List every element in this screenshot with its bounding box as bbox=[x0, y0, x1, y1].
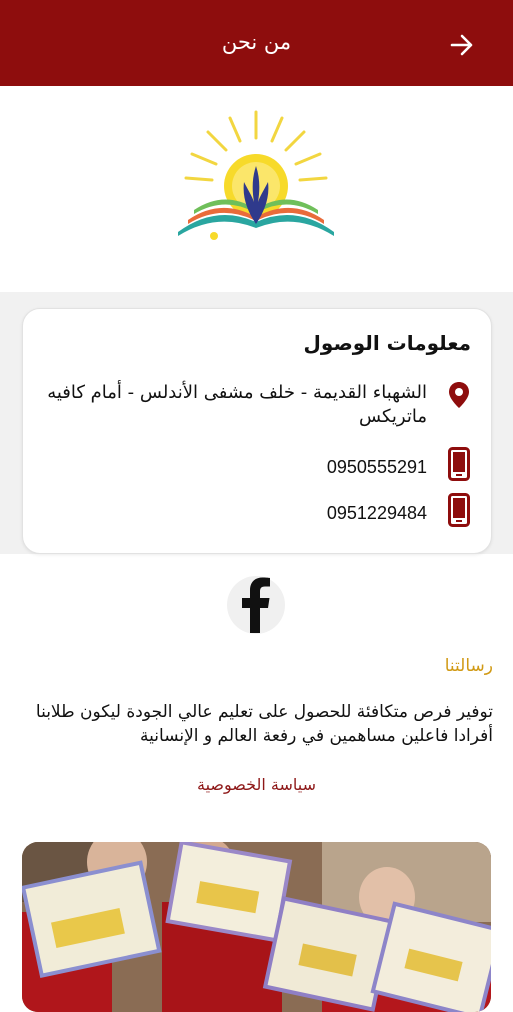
access-info-title: معلومات الوصول bbox=[303, 331, 471, 355]
facebook-button[interactable] bbox=[227, 576, 285, 634]
mission-heading: رسالتنا bbox=[444, 656, 493, 676]
address-text: الشهباء القديمة - خلف مشفى الأندلس - أما… bbox=[47, 382, 427, 427]
app-bar: من نحن bbox=[0, 0, 513, 86]
privacy-policy-link[interactable]: سياسة الخصوصية bbox=[0, 775, 513, 794]
mission-text: توفير فرص متكافئة للحصول على تعليم عالي … bbox=[35, 702, 493, 746]
phone-row-2[interactable]: 0951229484 bbox=[43, 493, 471, 527]
arrow-right-icon bbox=[450, 34, 473, 56]
phone-number[interactable]: 0951229484 bbox=[327, 501, 427, 525]
sun-book-logo bbox=[178, 110, 334, 240]
phone-row-1[interactable]: 0950555291 bbox=[43, 447, 471, 481]
logo-area bbox=[0, 86, 513, 292]
phone-number[interactable]: 0950555291 bbox=[327, 455, 427, 479]
address-row: الشهباء القديمة - خلف مشفى الأندلس - أما… bbox=[43, 381, 471, 429]
facebook-icon bbox=[242, 577, 270, 633]
access-info-card: معلومات الوصول الشهباء القديمة - خلف مشف… bbox=[22, 308, 492, 554]
location-pin-icon bbox=[447, 381, 471, 409]
students-photo bbox=[22, 842, 491, 1012]
mobile-phone-icon bbox=[447, 447, 471, 481]
mobile-phone-icon bbox=[447, 493, 471, 527]
page-title: من نحن bbox=[221, 30, 292, 54]
back-button[interactable] bbox=[447, 30, 477, 60]
